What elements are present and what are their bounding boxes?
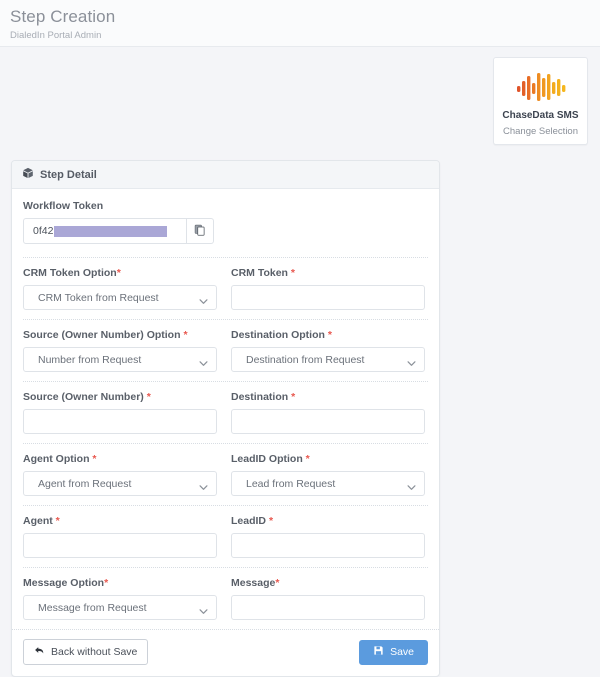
message-label: Message* [231,577,425,590]
agent-option-select[interactable]: Agent from Request [23,471,217,496]
workflow-token-group: Workflow Token 0f42 [23,200,428,244]
agent-option-field: Agent Option * Agent from Request [23,453,217,496]
required-marker: * [92,453,96,465]
destination-option-label: Destination Option * [231,329,425,342]
crm-token-option-select[interactable]: CRM Token from Request [23,285,217,310]
back-without-save-button[interactable]: Back without Save [23,639,148,665]
workflow-token-redaction [54,226,167,237]
destination-input[interactable] [231,409,425,434]
step-detail-panel: Step Detail Workflow Token 0f42 [11,160,440,677]
copy-icon [194,224,206,239]
source-owner-number-field: Source (Owner Number) * [23,391,217,434]
selection-name: ChaseData SMS [494,110,587,121]
required-marker: * [291,267,295,279]
panel-body: Workflow Token 0f42 CRM Token Option [12,189,439,620]
message-field: Message* [231,577,425,620]
back-arrow-icon [34,645,45,659]
required-marker: * [291,391,295,403]
source-owner-number-option-label: Source (Owner Number) Option * [23,329,217,342]
form-row: Source (Owner Number) Option * Number fro… [23,319,428,372]
save-button[interactable]: Save [359,640,428,665]
workflow-token-label: Workflow Token [23,200,428,213]
message-input[interactable] [231,595,425,620]
form-rows: CRM Token Option*CRM Token from RequestC… [23,257,428,620]
form-row: Source (Owner Number) * Destination * [23,381,428,434]
required-marker: * [56,515,60,527]
crm-token-option-label: CRM Token Option* [23,267,217,280]
required-marker: * [328,329,332,341]
back-without-save-label: Back without Save [51,646,137,658]
source-owner-number-input[interactable] [23,409,217,434]
sound-wave-icon [494,70,587,104]
required-marker: * [147,391,151,403]
form-row: Agent * LeadID * [23,505,428,558]
save-label: Save [390,646,414,658]
page-header: Step Creation DialedIn Portal Admin [0,0,600,47]
page-title: Step Creation [10,6,600,28]
message-option-label: Message Option* [23,577,217,590]
workflow-token-row: 0f42 [23,218,428,244]
form-row: Agent Option * Agent from Request LeadID O… [23,443,428,496]
crm-token-field: CRM Token * [231,267,425,310]
form-row: Message Option*Message from RequestMessa… [23,567,428,620]
required-marker: * [117,267,121,279]
panel-header: Step Detail [12,161,439,189]
floppy-disk-icon [373,645,384,659]
agent-label: Agent * [23,515,217,528]
cube-icon [22,167,34,182]
source-owner-number-label: Source (Owner Number) * [23,391,217,404]
destination-option-field: Destination Option * Destination from Req… [231,329,425,372]
leadid-label: LeadID * [231,515,425,528]
panel-footer: Back without Save Save [12,629,439,676]
source-owner-number-option-field: Source (Owner Number) Option * Number fro… [23,329,217,372]
page-subtitle: DialedIn Portal Admin [10,29,600,43]
crm-token-input[interactable] [231,285,425,310]
selection-card[interactable]: ChaseData SMS Change Selection [493,57,588,145]
agent-option-label: Agent Option * [23,453,217,466]
source-owner-number-option-select[interactable]: Number from Request [23,347,217,372]
destination-field: Destination * [231,391,425,434]
destination-label: Destination * [231,391,425,404]
message-option-field: Message Option* Message from Request [23,577,217,620]
message-option-select[interactable]: Message from Request [23,595,217,620]
required-marker: * [306,453,310,465]
agent-input[interactable] [23,533,217,558]
panel-header-title: Step Detail [40,169,97,181]
required-marker: * [275,577,279,589]
crm-token-label: CRM Token * [231,267,425,280]
crm-token-option-field: CRM Token Option* CRM Token from Request [23,267,217,310]
leadid-option-field: LeadID Option * Lead from Request [231,453,425,496]
leadid-option-select[interactable]: Lead from Request [231,471,425,496]
leadid-input[interactable] [231,533,425,558]
copy-token-button[interactable] [187,218,214,244]
required-marker: * [269,515,273,527]
change-selection-link[interactable]: Change Selection [494,126,587,137]
leadid-option-label: LeadID Option * [231,453,425,466]
required-marker: * [183,329,187,341]
workflow-token-value: 0f42 [33,225,53,237]
required-marker: * [104,577,108,589]
destination-option-select[interactable]: Destination from Request [231,347,425,372]
workflow-token-input[interactable]: 0f42 [23,218,187,244]
form-row: CRM Token Option*CRM Token from RequestC… [23,257,428,310]
leadid-field: LeadID * [231,515,425,558]
agent-field: Agent * [23,515,217,558]
